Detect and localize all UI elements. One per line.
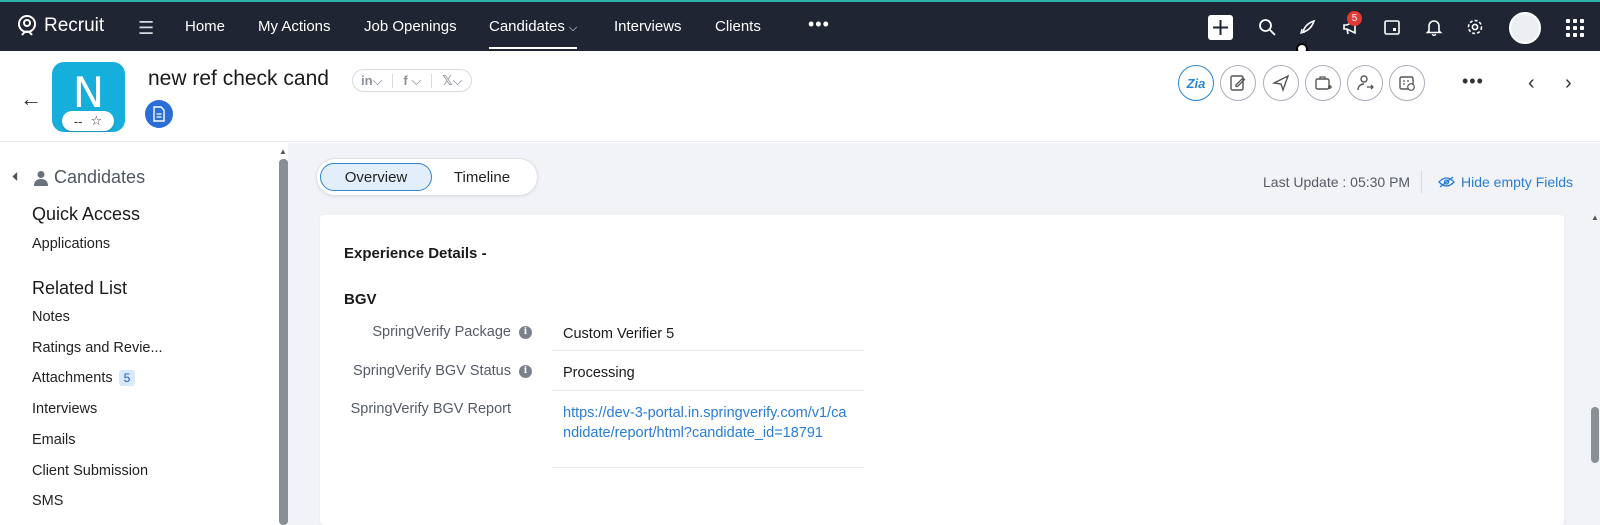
- field-value[interactable]: Processing: [552, 359, 864, 391]
- quick-access-heading: Quick Access: [32, 204, 141, 224]
- info-icon[interactable]: i: [519, 364, 532, 378]
- nav-candidates[interactable]: Candidates ⌵: [489, 18, 578, 49]
- linkedin-icon[interactable]: in⌵: [361, 73, 382, 89]
- zia-assistant-button[interactable]: Zia: [1178, 65, 1214, 101]
- x-twitter-icon[interactable]: 𝕏⌵: [442, 73, 462, 89]
- create-new-button[interactable]: [1208, 15, 1233, 40]
- tab-timeline[interactable]: Timeline: [432, 163, 532, 191]
- scroll-up-arrow-icon[interactable]: ▲: [279, 147, 287, 156]
- rocket-icon[interactable]: [1296, 15, 1320, 39]
- related-list-heading: Related List: [32, 278, 128, 298]
- brand-name: Recruit: [44, 15, 105, 36]
- submit-to-client-button[interactable]: [1347, 65, 1383, 101]
- nav-clients[interactable]: Clients: [715, 18, 761, 35]
- divider: [1421, 171, 1422, 193]
- tab-overview[interactable]: Overview: [320, 163, 432, 191]
- field-label: SpringVerify BGV Status i: [332, 363, 532, 379]
- link-notes[interactable]: Notes: [32, 309, 70, 325]
- edit-icon: [1230, 75, 1246, 91]
- view-tabs: Overview Timeline: [316, 158, 538, 196]
- link-emails[interactable]: Emails: [32, 432, 76, 448]
- eye-slash-icon: [1438, 176, 1455, 188]
- gear-icon[interactable]: [1463, 15, 1487, 39]
- user-avatar[interactable]: [1509, 12, 1541, 44]
- field-value[interactable]: Custom Verifier 5: [552, 321, 864, 351]
- main-scrollbar[interactable]: ▲: [1590, 213, 1600, 525]
- field-label: SpringVerify BGV Report: [350, 401, 511, 417]
- record-detail-area: Overview Timeline Last Update : 05:30 PM…: [288, 143, 1600, 525]
- search-icon[interactable]: [1255, 15, 1279, 39]
- scrollbar-thumb[interactable]: [279, 159, 288, 525]
- hide-empty-fields-link[interactable]: Hide empty Fields: [1438, 174, 1573, 190]
- send-icon: [1272, 74, 1290, 92]
- scroll-up-arrow-icon[interactable]: ▲: [1591, 213, 1599, 222]
- nav-home[interactable]: Home: [185, 18, 225, 35]
- app-grid-icon[interactable]: [1566, 19, 1584, 37]
- field-label: SpringVerify Package i: [332, 324, 532, 340]
- section-title: Experience Details -: [344, 245, 487, 262]
- hide-empty-fields-label: Hide empty Fields: [1461, 174, 1574, 190]
- related-list-panel: ⏴ Candidates Quick Access Applications R…: [0, 143, 282, 525]
- menu-icon[interactable]: ☰: [138, 18, 154, 39]
- user-forward-icon: [1357, 75, 1374, 91]
- last-update-text: Last Update : 05:30 PM: [1263, 174, 1411, 190]
- candidate-name: new ref check cand: [148, 67, 329, 90]
- nav-interviews[interactable]: Interviews: [614, 18, 682, 35]
- plus-icon: [1213, 20, 1228, 35]
- bgv-report-link[interactable]: https://dev-3-portal.in.springverify.com…: [552, 400, 864, 468]
- person-icon: [34, 170, 48, 186]
- edit-button[interactable]: [1220, 65, 1256, 101]
- record-header: ← N -- ☆ new ref check cand in⌵ f ⌵ 𝕏⌵ Z…: [0, 51, 1600, 142]
- subsection-title: BGV: [344, 291, 377, 308]
- nav-candidates-label: Candidates: [489, 18, 565, 35]
- top-navigation-bar: Recruit ☰ Home My Actions Job Openings C…: [0, 0, 1600, 55]
- rating-pill[interactable]: -- ☆: [62, 111, 114, 131]
- calendar-icon[interactable]: [1380, 15, 1404, 39]
- attachments-count-badge: 5: [118, 370, 136, 386]
- associate-job-button[interactable]: [1305, 65, 1341, 101]
- bell-icon[interactable]: [1422, 15, 1446, 39]
- link-applications[interactable]: Applications: [32, 236, 110, 252]
- info-icon[interactable]: i: [519, 325, 532, 339]
- star-icon: ☆: [90, 113, 103, 128]
- zia-icon: Zia: [1186, 75, 1206, 91]
- link-attachments[interactable]: Attachments 5: [32, 370, 136, 386]
- briefcase-add-icon: [1315, 76, 1332, 90]
- back-arrow-icon[interactable]: ←: [20, 86, 42, 112]
- nav-my-actions[interactable]: My Actions: [258, 18, 331, 35]
- schedule-interview-button[interactable]: [1389, 65, 1425, 101]
- calendar-clock-icon: [1399, 76, 1415, 91]
- link-ratings-reviews[interactable]: Ratings and Revie...: [32, 340, 163, 356]
- link-client-submission[interactable]: Client Submission: [32, 463, 148, 479]
- resume-document-icon[interactable]: [145, 100, 173, 128]
- collapse-panel-icon[interactable]: ⏴: [12, 169, 19, 185]
- module-label: Candidates: [54, 167, 146, 187]
- notification-count-badge: 5: [1347, 11, 1362, 26]
- social-links: in⌵ f ⌵ 𝕏⌵: [352, 69, 472, 92]
- facebook-icon[interactable]: f ⌵: [403, 73, 421, 89]
- next-record-icon[interactable]: ›: [1565, 72, 1572, 95]
- link-interviews[interactable]: Interviews: [32, 401, 97, 417]
- rating-value: --: [73, 113, 83, 129]
- left-panel-scrollbar[interactable]: ▲: [279, 143, 288, 525]
- module-heading[interactable]: Candidates: [34, 167, 145, 188]
- details-card: Experience Details - BGV SpringVerify Pa…: [320, 215, 1564, 525]
- chevron-down-icon: ⌵: [568, 22, 578, 34]
- recruit-logo-icon: [18, 15, 36, 36]
- nav-job-openings[interactable]: Job Openings: [364, 18, 457, 35]
- scrollbar-thumb[interactable]: [1591, 407, 1599, 463]
- previous-record-icon[interactable]: ‹: [1528, 72, 1535, 95]
- brand-logo[interactable]: Recruit: [16, 14, 104, 38]
- link-sms[interactable]: SMS: [32, 493, 63, 509]
- more-actions-icon[interactable]: •••: [1462, 71, 1484, 92]
- send-email-button[interactable]: [1263, 65, 1299, 101]
- more-nav-icon[interactable]: •••: [808, 14, 830, 35]
